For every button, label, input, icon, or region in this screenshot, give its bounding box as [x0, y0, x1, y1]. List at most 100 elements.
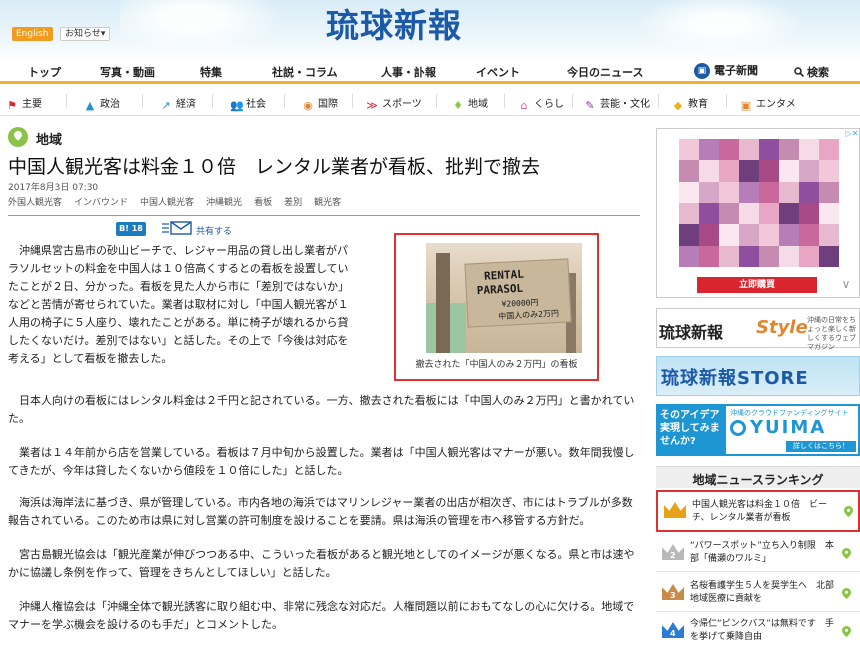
mosaic-cell	[799, 245, 819, 267]
mosaic-cell	[719, 160, 739, 182]
ad-buy-button[interactable]: 立即購買	[697, 277, 817, 293]
mosaic-cell	[699, 224, 719, 246]
banner-store-label: 琉球新報STORE	[661, 368, 809, 389]
mosaic-cell	[719, 245, 739, 267]
rank-number: 2	[670, 551, 676, 560]
nav-features[interactable]: 特集	[200, 64, 222, 80]
mosaic-cell	[699, 245, 719, 267]
nav-personnel[interactable]: 人事・訃報	[381, 64, 436, 80]
mosaic-cell	[679, 224, 699, 246]
mosaic-cell	[759, 181, 779, 203]
english-button[interactable]: English	[12, 27, 53, 41]
cat-international[interactable]: ◉ 国際	[302, 95, 338, 112]
mosaic-cell	[739, 139, 759, 161]
banner-store[interactable]: 琉球新報STORE	[656, 356, 860, 396]
rank-1-crown-icon	[664, 502, 686, 518]
share-label[interactable]: 共有する	[196, 224, 232, 237]
pin-icon	[842, 588, 851, 599]
mosaic-cell	[699, 139, 719, 161]
mosaic-cell	[739, 181, 759, 203]
share-mail-icon[interactable]	[162, 220, 192, 236]
site-logo[interactable]: 琉球新報	[326, 6, 536, 46]
cat-politics[interactable]: ▲ 政治	[84, 95, 120, 112]
sidebar-ad[interactable]: ▷✕ 立即購買 ∨	[656, 128, 860, 298]
tag-link[interactable]: 外国人観光客	[8, 198, 62, 208]
hatena-bookmark-button[interactable]: B! 18	[116, 222, 146, 236]
mosaic-cell	[779, 245, 799, 267]
nav-search[interactable]: 検索	[794, 64, 829, 80]
mosaic-cell	[799, 203, 819, 225]
mosaic-cell	[739, 203, 759, 225]
article-photo-figure[interactable]: RENTAL PARASOL ¥20000円 中国人のみ2万円 撤去された「中国…	[394, 233, 599, 381]
ad-close-icon[interactable]: ▷✕	[845, 129, 859, 141]
tag-link[interactable]: 中国人観光客	[140, 198, 194, 208]
article-photo[interactable]: RENTAL PARASOL ¥20000円 中国人のみ2万円	[426, 243, 582, 353]
cat-label: 国際	[318, 99, 338, 110]
notice-dropdown[interactable]: お知らせ▾	[60, 27, 111, 41]
mosaic-cell	[699, 181, 719, 203]
house-icon: ⌂	[520, 99, 528, 112]
pin-icon	[844, 506, 853, 517]
mosaic-cell	[679, 139, 699, 161]
cat-sports[interactable]: ≫ スポーツ	[366, 95, 422, 112]
tag-link[interactable]: 差別	[284, 198, 302, 208]
mosaic-cell	[679, 245, 699, 267]
tag-link[interactable]: 看板	[254, 198, 272, 208]
nav-photo-video[interactable]: 写真・動画	[100, 64, 155, 80]
ranking-item[interactable]: 中国人観光客は料金１０倍 ビーチ、レンタル業者が看板	[656, 490, 860, 532]
ranking-item[interactable]: 2 “パワースポット”立ち入り制限 本部「備瀬のワルミ」	[656, 534, 860, 572]
sign-line: PARASOL	[476, 281, 524, 298]
article-paragraph: 宮古島観光協会は「観光産業が伸びつつある中、こういった看板があると観光地としての…	[8, 548, 635, 579]
divider	[284, 94, 285, 108]
mosaic-cell	[679, 160, 699, 182]
search-icon	[794, 67, 805, 78]
cat-economy[interactable]: ↗ 経済	[160, 95, 196, 112]
tag-link[interactable]: インバウンド	[74, 198, 128, 208]
ranking-item[interactable]: 4 今帰仁“ピンクバス”は無料です 手を挙げて乗降自由	[656, 612, 860, 649]
pin-icon: ♦	[453, 99, 463, 112]
mosaic-cell	[819, 224, 839, 246]
banner-yuima[interactable]: そのアイデア実現してみませんか? 沖縄のクラウドファンディングサイト YUIMA…	[656, 404, 860, 456]
banner-yuima-button[interactable]: 詳しくはこちら！	[786, 441, 856, 452]
cat-label: 教育	[688, 99, 708, 110]
mosaic-cell	[739, 245, 759, 267]
mosaic-cell	[679, 203, 699, 225]
ranking-item[interactable]: 3 名桜看護学生５人を奨学生へ 北部地域医療に貢献を	[656, 574, 860, 612]
ranking-heading: 地域ニュースランキング	[656, 466, 860, 488]
nav-epaper[interactable]: ▣ 電子新聞	[694, 62, 758, 79]
mosaic-cell	[759, 224, 779, 246]
section-label[interactable]: 地域	[36, 129, 62, 148]
sign-line: RENTAL	[483, 267, 525, 283]
cat-living[interactable]: ⌂ くらし	[518, 95, 565, 112]
nav-events[interactable]: イベント	[476, 64, 520, 80]
banner-style[interactable]: 琉球新報 Style 沖縄の日常をちょっと楽しく新しくするウェブマガジン	[656, 308, 860, 351]
tag-link[interactable]: 観光客	[314, 198, 341, 208]
mosaic-cell	[819, 139, 839, 161]
sign-line: ¥20000円	[501, 297, 539, 309]
cat-society[interactable]: 👥 社会	[230, 95, 266, 112]
mosaic-cell	[779, 139, 799, 161]
cat-region[interactable]: ♦ 地域	[452, 95, 488, 112]
building-icon: ▲	[85, 99, 95, 112]
cat-entertainment[interactable]: ▣ エンタメ	[740, 95, 796, 112]
globe-icon: ◉	[303, 99, 313, 112]
tag-link[interactable]: 沖縄観光	[206, 198, 242, 208]
cat-education[interactable]: ◆ 教育	[672, 95, 708, 112]
chevron-down-icon[interactable]: ∨	[835, 277, 857, 293]
mosaic-cell	[719, 181, 739, 203]
header-decoration	[620, 0, 820, 60]
article-paragraph: 日本人向けの看板にはレンタル料金は２千円と記されている。一方、撤去された看板には…	[8, 394, 635, 425]
mosaic-cell	[699, 160, 719, 182]
cat-arts-culture[interactable]: ✎ 芸能・文化	[584, 95, 650, 112]
nav-editorial[interactable]: 社説・コラム	[272, 64, 338, 80]
cat-label: スポーツ	[382, 99, 422, 110]
nav-top[interactable]: トップ	[28, 64, 61, 80]
article-paragraph: 沖縄県宮古島市の砂山ビーチで、レジャー用品の貸し出し業者がパラソルセットの料金を…	[8, 244, 349, 365]
mosaic-cell	[739, 160, 759, 182]
main-nav: トップ 写真・動画 特集 社説・コラム 人事・訃報 イベント 今日のニュース ▣…	[0, 60, 860, 84]
mosaic-cell	[799, 160, 819, 182]
article-title: 中国人観光客は料金１０倍 レンタル業者が看板、批判で撤去	[8, 156, 541, 178]
cat-main[interactable]: ⚑ 主要	[6, 95, 42, 112]
nav-todays-news[interactable]: 今日のニュース	[567, 64, 643, 80]
mosaic-cell	[679, 181, 699, 203]
